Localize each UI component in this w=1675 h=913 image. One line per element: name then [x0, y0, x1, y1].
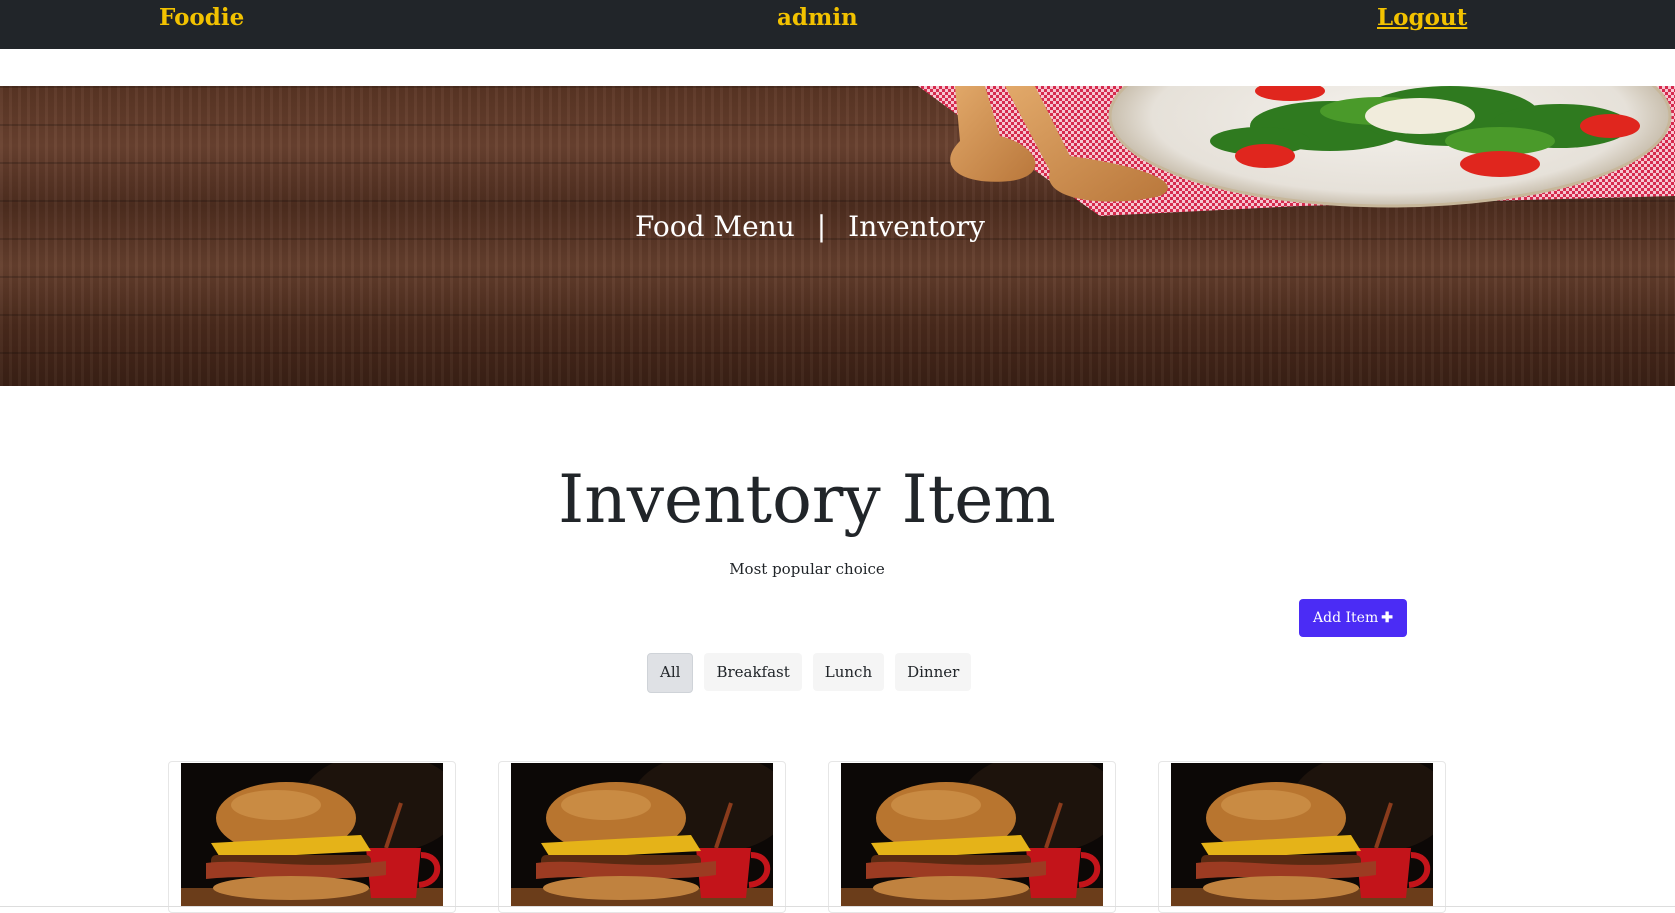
menu-card[interactable] — [828, 761, 1116, 913]
brand-link[interactable]: Foodie — [159, 3, 244, 33]
burger-image — [181, 763, 443, 907]
menu-card[interactable] — [498, 761, 786, 913]
hero-nav: Food Menu | Inventory — [0, 210, 1620, 243]
burger-image — [1171, 763, 1433, 907]
page-title: Inventory Item — [558, 461, 1056, 538]
category-filters: All Breakfast Lunch Dinner — [647, 653, 972, 693]
inventory-link[interactable]: Inventory — [848, 210, 985, 243]
menu-card[interactable] — [1158, 761, 1446, 913]
burger-image — [511, 763, 773, 907]
hero-banner: Food Menu | Inventory — [0, 86, 1675, 386]
add-item-label: Add Item — [1313, 610, 1379, 626]
food-menu-link[interactable]: Food Menu — [635, 210, 795, 243]
page-subtitle: Most popular choice — [729, 560, 885, 578]
plus-icon: ✚ — [1381, 610, 1393, 626]
username-label: admin — [777, 4, 858, 31]
logout-link[interactable]: Logout — [1377, 3, 1467, 33]
page-divider — [0, 906, 1675, 907]
filter-all[interactable]: All — [647, 653, 694, 693]
top-navbar: Foodie admin Logout — [0, 0, 1675, 49]
menu-card[interactable] — [168, 761, 456, 913]
burger-image — [841, 763, 1103, 907]
add-item-button[interactable]: Add Item ✚ — [1299, 599, 1407, 637]
filter-dinner[interactable]: Dinner — [895, 653, 972, 691]
filter-lunch[interactable]: Lunch — [812, 653, 885, 691]
hero-separator: | — [816, 210, 827, 243]
filter-breakfast[interactable]: Breakfast — [704, 653, 802, 691]
